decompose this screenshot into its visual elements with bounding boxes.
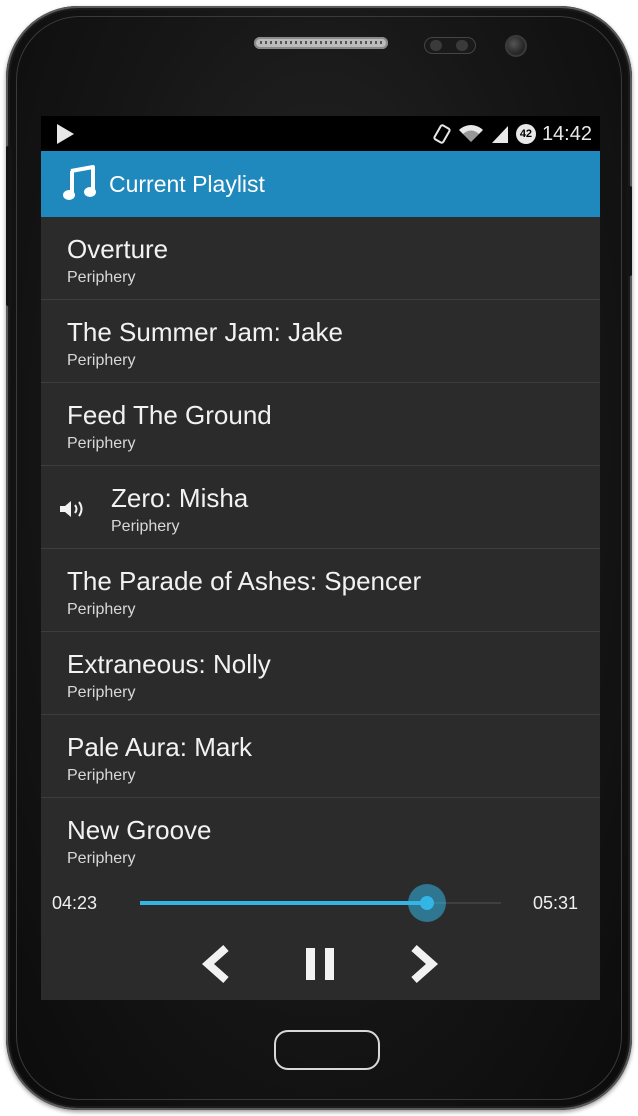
front-camera <box>505 35 527 57</box>
artist-name: Periphery <box>67 601 136 618</box>
artist-name: Periphery <box>111 518 180 535</box>
power-button <box>626 186 632 276</box>
previous-button[interactable] <box>194 942 238 986</box>
proximity-sensor <box>424 37 476 54</box>
wifi-icon <box>458 125 483 142</box>
seek-progress <box>140 901 428 905</box>
total-time: 05:31 <box>532 893 578 913</box>
music-note-icon <box>63 165 96 200</box>
song-title: New Groove <box>67 815 212 845</box>
signal-icon <box>491 126 508 143</box>
artist-name: Periphery <box>67 435 136 452</box>
action-bar: Current Playlist <box>41 151 600 217</box>
pause-icon <box>306 948 334 980</box>
elapsed-time: 04:23 <box>52 893 98 913</box>
list-item[interactable]: The Summer Jam: Jake Periphery <box>41 300 600 383</box>
list-item[interactable]: Overture Periphery <box>41 217 600 300</box>
list-item[interactable]: Feed The Ground Periphery <box>41 383 600 466</box>
volume-button <box>6 146 12 306</box>
battery-icon: 42 <box>515 124 536 144</box>
play-notification-icon <box>57 124 74 144</box>
artist-name: Periphery <box>67 850 136 867</box>
player-controls: 04:23 05:31 <box>41 876 600 1000</box>
home-button[interactable] <box>274 1030 380 1070</box>
status-icons: 42 14:42 <box>432 121 592 147</box>
previous-icon <box>201 945 229 983</box>
next-button[interactable] <box>402 942 446 986</box>
clock: 14:42 <box>541 122 592 145</box>
song-title: Overture <box>67 234 169 264</box>
artist-name: Periphery <box>67 767 136 784</box>
song-title: Extraneous: Nolly <box>67 649 271 679</box>
song-title: The Parade of Ashes: Spencer <box>67 566 422 596</box>
list-item-now-playing[interactable]: Zero: Misha Periphery <box>41 466 600 549</box>
song-title: Pale Aura: Mark <box>67 732 252 762</box>
screen: 42 14:42 Current Playlist Overture Perip… <box>41 116 600 1000</box>
list-item[interactable]: Pale Aura: Mark Periphery <box>41 715 600 798</box>
page-title: Current Playlist <box>109 171 265 197</box>
artist-name: Periphery <box>67 352 136 369</box>
list-item[interactable]: New Groove Periphery <box>41 798 600 881</box>
speaker-icon <box>60 501 83 517</box>
list-item[interactable]: Extraneous: Nolly Periphery <box>41 632 600 715</box>
earpiece-speaker <box>254 37 388 49</box>
song-title: The Summer Jam: Jake <box>67 317 343 347</box>
song-title: Feed The Ground <box>67 400 272 430</box>
rotation-icon <box>433 124 451 144</box>
playlist: Overture Periphery The Summer Jam: Jake … <box>41 217 600 881</box>
seek-handle[interactable] <box>408 884 447 922</box>
list-item[interactable]: The Parade of Ashes: Spencer Periphery <box>41 549 600 632</box>
seek-bar[interactable] <box>140 884 501 922</box>
pause-button[interactable] <box>298 942 342 986</box>
status-bar: 42 14:42 <box>41 116 600 151</box>
next-icon <box>411 945 439 983</box>
artist-name: Periphery <box>67 269 136 286</box>
song-title: Zero: Misha <box>111 483 249 513</box>
artist-name: Periphery <box>67 684 136 701</box>
